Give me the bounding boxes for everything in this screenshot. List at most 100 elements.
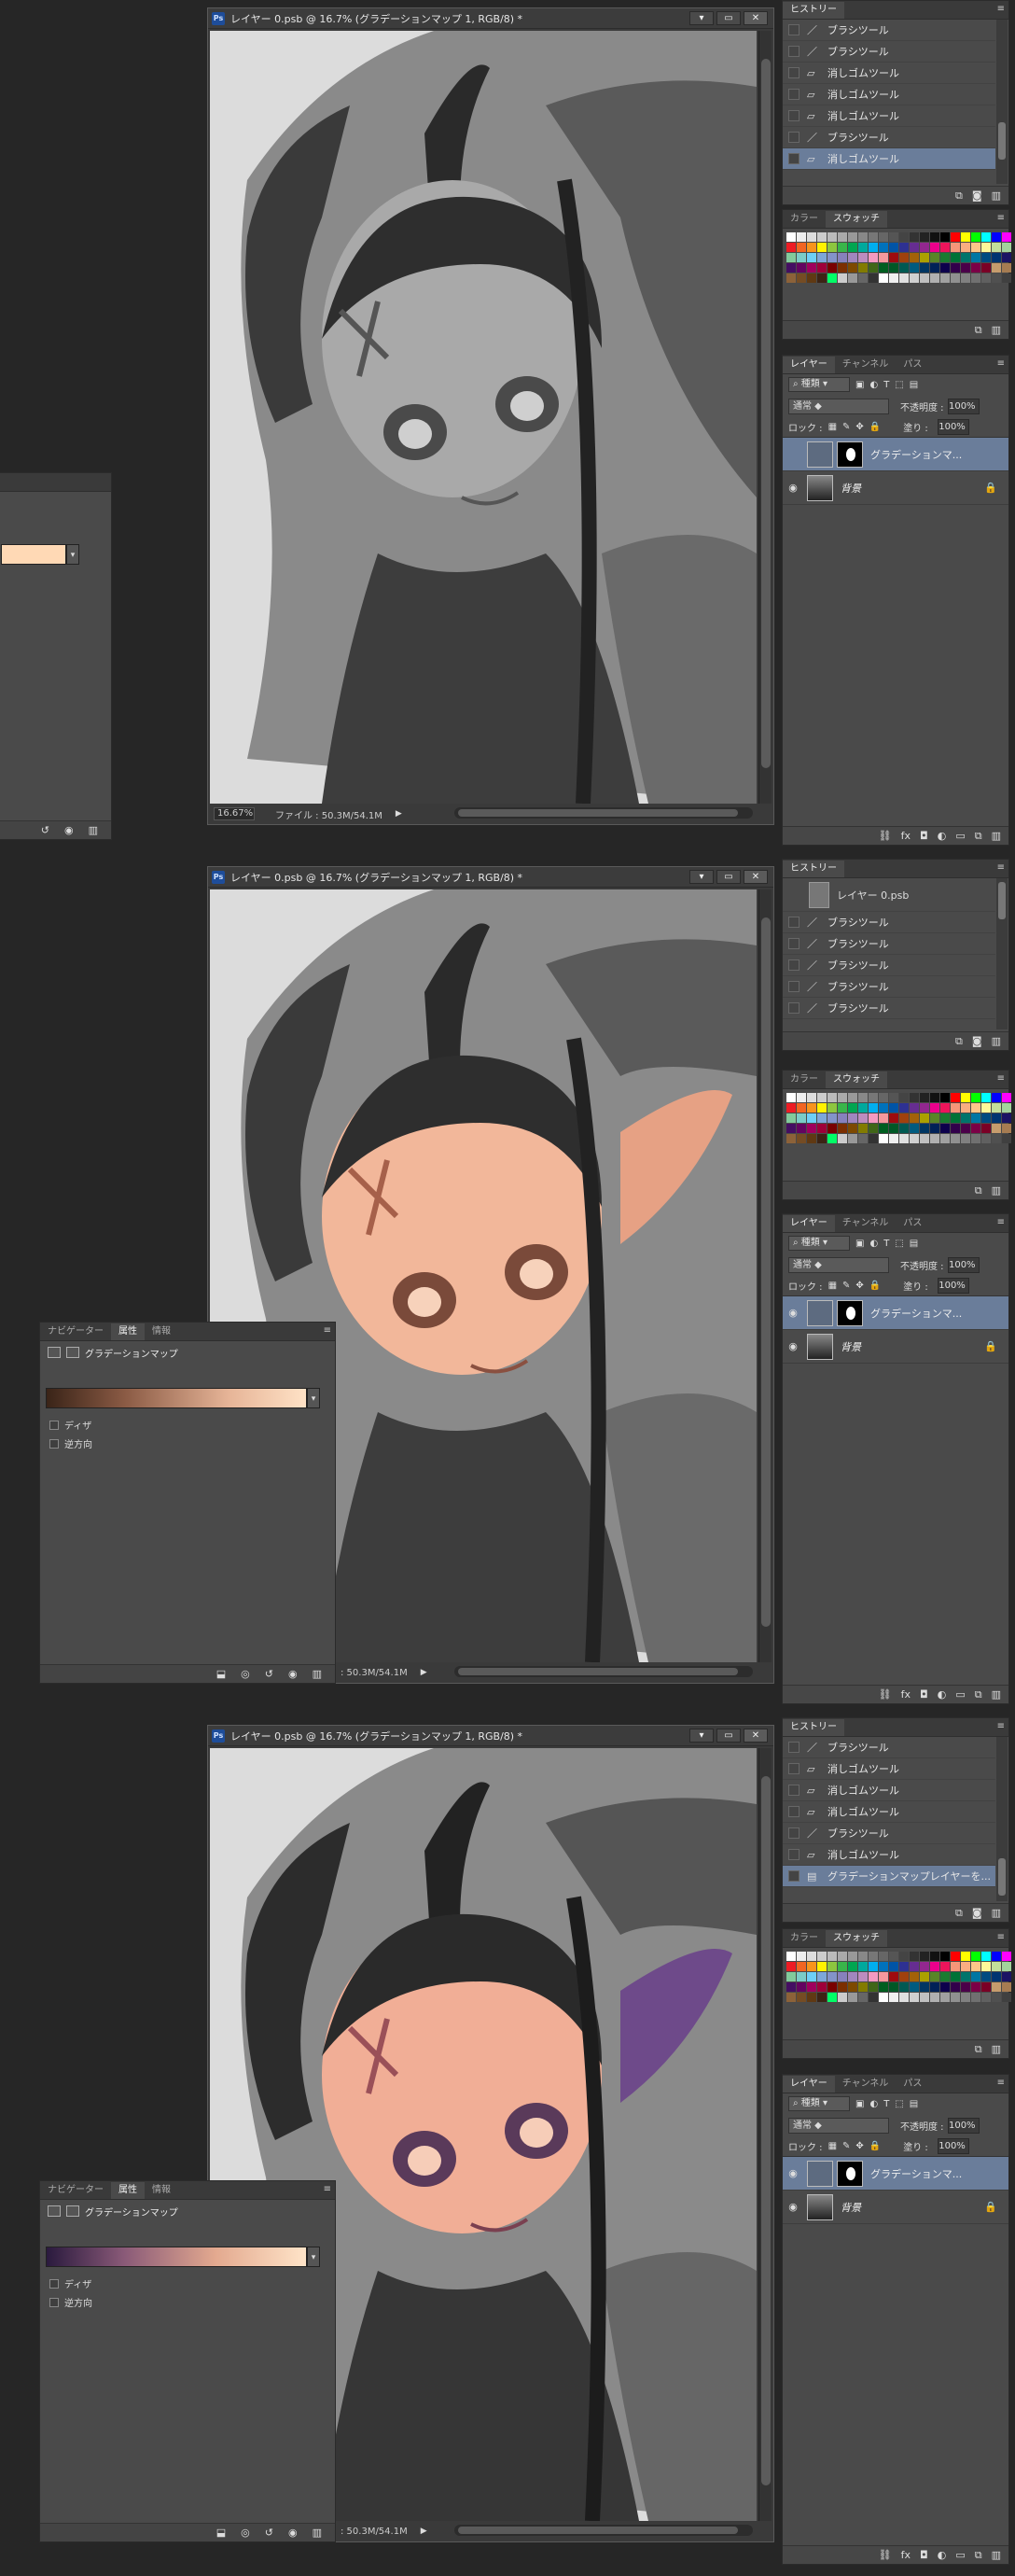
color-swatch[interactable] [817, 1103, 827, 1113]
color-swatch[interactable] [817, 232, 827, 242]
color-swatch[interactable] [827, 1972, 837, 1981]
color-swatch[interactable] [961, 1972, 970, 1981]
new-swatch-icon[interactable]: ⧉ [975, 2043, 982, 2056]
camera-icon[interactable]: ◙ [972, 189, 982, 202]
color-swatch[interactable] [786, 1113, 796, 1123]
color-swatch[interactable] [961, 1952, 970, 1961]
trash-icon[interactable]: ▥ [992, 2043, 1001, 2055]
color-swatch[interactable] [827, 243, 837, 252]
color-swatch[interactable] [992, 263, 1001, 273]
history-state[interactable]: ／ブラシツール [783, 20, 995, 41]
color-swatch[interactable] [951, 1993, 960, 2002]
color-swatch[interactable] [930, 1982, 939, 1992]
tab-color[interactable]: カラー [783, 1930, 826, 1947]
color-swatch[interactable] [910, 243, 919, 252]
swatch-grid[interactable] [786, 232, 1011, 283]
color-swatch[interactable] [827, 232, 837, 242]
color-swatch[interactable] [869, 1972, 878, 1981]
color-swatch[interactable] [869, 1134, 878, 1143]
color-swatch[interactable] [992, 253, 1001, 262]
color-swatch[interactable] [971, 1093, 980, 1102]
color-swatch[interactable] [848, 1124, 857, 1133]
tab-navigator[interactable]: ナビゲーター [40, 2182, 111, 2199]
color-swatch[interactable] [899, 1972, 909, 1981]
color-swatch[interactable] [992, 1134, 1001, 1143]
vertical-scrollbar[interactable] [758, 1748, 772, 2521]
color-swatch[interactable] [910, 263, 919, 273]
blend-mode-select[interactable]: 通常 ◆ [788, 2117, 889, 2134]
color-swatch[interactable] [797, 1093, 806, 1102]
color-swatch[interactable] [879, 1124, 888, 1133]
history-state[interactable]: ▱ 消しゴムツール [783, 1844, 995, 1866]
color-swatch[interactable] [838, 273, 847, 283]
color-swatch[interactable] [817, 1972, 827, 1981]
new-swatch-icon[interactable]: ⧉ [975, 324, 982, 337]
color-swatch[interactable] [879, 232, 888, 242]
color-swatch[interactable] [807, 253, 816, 262]
color-swatch[interactable] [992, 232, 1001, 242]
trash-icon[interactable]: ▥ [313, 2527, 322, 2539]
color-swatch[interactable] [920, 1952, 929, 1961]
add-mask-icon[interactable]: ◘ [920, 2549, 928, 2561]
tab-layers[interactable]: レイヤー [783, 1215, 835, 1232]
restore-button[interactable]: ▭ [716, 11, 741, 25]
color-swatch[interactable] [889, 1103, 898, 1113]
lock-transparency-icon[interactable]: ▦ [828, 422, 837, 432]
color-swatch[interactable] [797, 1993, 806, 2002]
color-swatch[interactable] [971, 243, 980, 252]
panel-menu-icon[interactable]: ≡ [324, 2184, 331, 2194]
adjustment-icon[interactable] [48, 2205, 61, 2217]
camera-icon[interactable]: ◙ [972, 1907, 982, 1919]
visibility-hidden[interactable] [783, 448, 803, 460]
color-swatch[interactable] [827, 273, 837, 283]
color-swatch[interactable] [807, 1093, 816, 1102]
color-swatch[interactable] [797, 232, 806, 242]
history-scrollbar[interactable] [996, 878, 1008, 1029]
color-swatch[interactable] [920, 1093, 929, 1102]
gradient-dropdown-arrow[interactable]: ▾ [66, 544, 79, 565]
color-swatch[interactable] [786, 1962, 796, 1971]
color-swatch[interactable] [920, 253, 929, 262]
tab-channels[interactable]: チャンネル [835, 2076, 897, 2093]
color-swatch[interactable] [899, 1093, 909, 1102]
tab-history[interactable]: ヒストリー [783, 861, 844, 877]
color-swatch[interactable] [786, 1952, 796, 1961]
history-scrollbar[interactable] [996, 1737, 1008, 1901]
color-swatch[interactable] [981, 1993, 991, 2002]
color-swatch[interactable] [971, 1113, 980, 1123]
color-swatch[interactable] [910, 1134, 919, 1143]
color-swatch[interactable] [992, 1993, 1001, 2002]
filter-shape-icon[interactable]: ⬚ [895, 380, 903, 390]
color-swatch[interactable] [797, 1982, 806, 1992]
adjustment-icon[interactable]: ◐ [938, 2549, 947, 2561]
color-swatch[interactable] [848, 1103, 857, 1113]
minimize-button[interactable]: ▾ [689, 11, 714, 25]
color-swatch[interactable] [807, 1134, 816, 1143]
eye-icon[interactable]: ◉ [783, 1340, 803, 1352]
color-swatch[interactable] [827, 1103, 837, 1113]
color-swatch[interactable] [827, 263, 837, 273]
color-swatch[interactable] [920, 1993, 929, 2002]
color-swatch[interactable] [807, 263, 816, 273]
color-swatch[interactable] [848, 1093, 857, 1102]
history-snapshot[interactable]: レイヤー 0.psb [783, 878, 995, 912]
color-swatch[interactable] [858, 1103, 868, 1113]
color-swatch[interactable] [920, 1972, 929, 1981]
color-swatch[interactable] [940, 1124, 950, 1133]
tab-layers[interactable]: レイヤー [783, 357, 835, 373]
restore-button[interactable]: ▭ [716, 870, 741, 884]
color-swatch[interactable] [807, 1972, 816, 1981]
tab-color[interactable]: カラー [783, 211, 826, 228]
gradient-dropdown-arrow[interactable]: ▾ [307, 1388, 320, 1408]
color-swatch[interactable] [910, 1993, 919, 2002]
color-swatch[interactable] [899, 1124, 909, 1133]
color-swatch[interactable] [807, 1952, 816, 1961]
color-swatch[interactable] [827, 1113, 837, 1123]
color-swatch[interactable] [920, 232, 929, 242]
color-swatch[interactable] [879, 1093, 888, 1102]
color-swatch[interactable] [786, 243, 796, 252]
color-swatch[interactable] [869, 1093, 878, 1102]
filter-type-icon[interactable]: T [883, 1239, 889, 1249]
color-swatch[interactable] [940, 1093, 950, 1102]
color-swatch[interactable] [920, 1103, 929, 1113]
